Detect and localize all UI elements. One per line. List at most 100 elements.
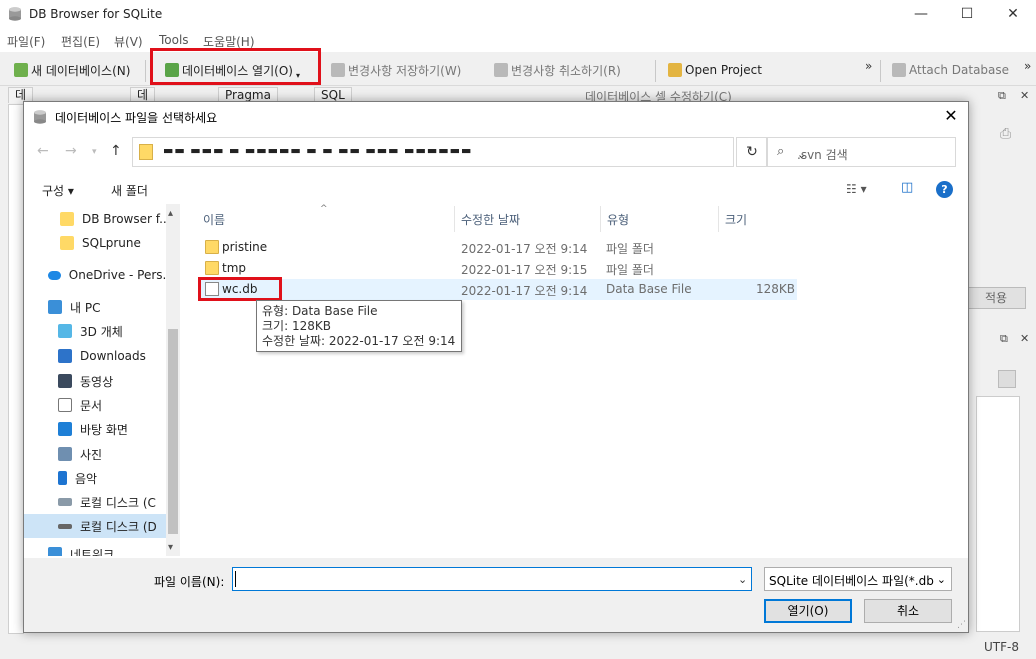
- file-row-wcdb[interactable]: wc.db 2022-01-17 오전 9:14 Data Base File …: [199, 279, 797, 300]
- file-size: 128KB: [756, 282, 796, 296]
- nav-item-local-disk-c[interactable]: 로컬 디스크 (C: [24, 490, 174, 514]
- chevron-down-icon[interactable]: ⌄: [738, 573, 747, 586]
- dock-content: [976, 396, 1020, 632]
- nav-item-label: 바탕 화면: [80, 422, 128, 437]
- view-options-icon[interactable]: ☷ ▾: [846, 182, 867, 196]
- file-type: Data Base File: [606, 282, 692, 296]
- scroll-up-icon[interactable]: ▴: [168, 208, 173, 219]
- new-folder-button[interactable]: 새 폴더: [111, 182, 148, 199]
- nav-item-3d-objects[interactable]: 3D 개체: [24, 319, 174, 343]
- tooltip-type: 유형: Data Base File: [262, 304, 378, 318]
- forward-arrow-icon[interactable]: →: [65, 143, 77, 159]
- cube-icon: [58, 324, 72, 338]
- nav-item-documents[interactable]: 문서: [24, 393, 174, 417]
- nav-item-pictures[interactable]: 사진: [24, 442, 174, 466]
- toolbar-separator: [880, 60, 881, 82]
- menu-tools[interactable]: Tools: [159, 33, 189, 47]
- music-icon: [58, 471, 67, 485]
- organize-button[interactable]: 구성 ▾: [42, 182, 74, 199]
- nav-item-onedrive[interactable]: OneDrive - Pers...: [24, 263, 174, 287]
- nav-item-local-disk-d[interactable]: 로컬 디스크 (D: [24, 514, 174, 538]
- file-type-filter[interactable]: SQLite 데이터베이스 파일(*.db ⌄: [764, 567, 952, 591]
- column-header-type[interactable]: 유형: [603, 206, 719, 232]
- back-arrow-icon[interactable]: ←: [37, 143, 49, 159]
- cancel-button[interactable]: 취소: [864, 599, 952, 623]
- export-icon[interactable]: [998, 370, 1016, 388]
- write-changes-label: 변경사항 저장하기(W): [348, 63, 462, 78]
- drive-icon: [58, 498, 72, 506]
- nav-item-label: SQLprune: [82, 236, 141, 250]
- file-name: pristine: [222, 240, 268, 254]
- nav-item-videos[interactable]: 동영상: [24, 369, 174, 393]
- open-button[interactable]: 열기(O): [764, 599, 852, 623]
- resize-grip-icon[interactable]: ⋰: [957, 620, 966, 630]
- search-input[interactable]: ⌕ .svn 검색: [766, 137, 956, 167]
- network-icon: [48, 547, 62, 556]
- dialog-close-button[interactable]: ✕: [938, 105, 964, 129]
- nav-item-sqlprune[interactable]: SQLprune: [24, 231, 174, 255]
- apply-button[interactable]: 적용: [966, 287, 1026, 309]
- picture-icon: [58, 447, 72, 461]
- filename-input[interactable]: ⌄: [232, 567, 752, 591]
- refresh-button[interactable]: ↻: [736, 137, 768, 167]
- preview-pane-icon[interactable]: ◫: [901, 180, 913, 195]
- recent-locations-chevron-icon[interactable]: ▾: [92, 147, 97, 157]
- open-database-label: 데이터베이스 열기(O): [182, 63, 293, 78]
- up-arrow-icon[interactable]: ↑: [110, 143, 122, 159]
- toolbar-overflow-chevron[interactable]: »: [865, 59, 872, 73]
- cloud-icon: [48, 270, 61, 280]
- file-type: 파일 폴더: [606, 263, 654, 277]
- float-dock-icon-2[interactable]: ⧉: [1000, 332, 1008, 346]
- nav-item-this-pc[interactable]: 내 PC: [24, 295, 174, 319]
- address-path: ▬▬ ▬▬▬ ▬ ▬▬▬▬▬ ▬ ▬ ▬▬ ▬▬▬ ▬▬▬▬▬▬: [163, 144, 473, 157]
- search-placeholder: .svn 검색: [797, 148, 848, 162]
- float-dock-icon[interactable]: ⧉: [998, 89, 1006, 103]
- attach-database-button[interactable]: Attach Database: [892, 59, 1009, 81]
- open-project-label: Open Project: [685, 63, 762, 77]
- menu-file[interactable]: 파일(F): [7, 33, 45, 50]
- dialog-footer: 파일 이름(N): ⌄ SQLite 데이터베이스 파일(*.db ⌄ 열기(O…: [24, 558, 968, 632]
- column-header-modified[interactable]: 수정한 날짜: [457, 206, 601, 232]
- close-button[interactable]: ✕: [990, 0, 1036, 30]
- menu-edit[interactable]: 편집(E): [61, 33, 100, 50]
- file-tooltip: 유형: Data Base File 크기: 128KB 수정한 날짜: 202…: [256, 300, 462, 352]
- help-icon[interactable]: ?: [936, 181, 953, 198]
- toolbar-overflow-chevron-2[interactable]: »: [1024, 59, 1031, 73]
- nav-item-music[interactable]: 음악: [24, 466, 174, 490]
- close-dock-icon[interactable]: ✕: [1020, 89, 1029, 102]
- open-project-button[interactable]: Open Project: [668, 59, 762, 81]
- chevron-down-icon: ⌄: [936, 573, 946, 586]
- nav-item-label: 동영상: [80, 374, 114, 389]
- open-database-icon: [165, 63, 179, 77]
- revert-changes-button[interactable]: 변경사항 취소하기(R): [494, 59, 621, 81]
- file-row-pristine[interactable]: pristine 2022-01-17 오전 9:14 파일 폴더: [199, 237, 797, 258]
- db-structure-pane: [8, 104, 24, 634]
- scroll-down-icon[interactable]: ▾: [168, 542, 173, 553]
- file-row-tmp[interactable]: tmp 2022-01-17 오전 9:15 파일 폴더: [199, 258, 797, 279]
- write-changes-button[interactable]: 변경사항 저장하기(W): [331, 59, 461, 81]
- nav-item-dbbrowser[interactable]: DB Browser f...: [24, 207, 174, 231]
- menu-view[interactable]: 뷰(V): [114, 33, 143, 50]
- highlight-box-wcdb: [198, 277, 282, 301]
- filter-value: SQLite 데이터베이스 파일(*.db: [769, 574, 934, 588]
- nav-item-label: 3D 개체: [80, 324, 123, 339]
- computer-icon: [48, 300, 62, 314]
- maximize-button[interactable]: ☐: [944, 0, 990, 30]
- dialog-title: 데이터베이스 파일을 선택하세요: [55, 111, 218, 125]
- command-bar: 구성 ▾ 새 폴더 ☷ ▾ ◫ ?: [24, 174, 968, 204]
- scrollbar-thumb[interactable]: [168, 329, 178, 534]
- nav-item-desktop[interactable]: 바탕 화면: [24, 417, 174, 441]
- address-bar[interactable]: ▬▬ ▬▬▬ ▬ ▬▬▬▬▬ ▬ ▬ ▬▬ ▬▬▬ ▬▬▬▬▬▬ ⌄: [132, 137, 806, 167]
- column-header-size[interactable]: 크기: [721, 206, 797, 232]
- minimize-button[interactable]: —: [898, 0, 944, 30]
- nav-item-label: 로컬 디스크 (D: [80, 519, 157, 534]
- database-icon: [32, 109, 48, 128]
- desktop-icon: [58, 422, 72, 436]
- close-dock-icon-2[interactable]: ✕: [1020, 332, 1029, 345]
- open-database-button[interactable]: 데이터베이스 열기(O) ▾: [165, 59, 300, 81]
- nav-item-network[interactable]: 네트워크: [24, 542, 174, 556]
- print-icon[interactable]: ⎙: [1000, 126, 1011, 142]
- nav-item-downloads[interactable]: Downloads: [24, 344, 174, 368]
- nav-scrollbar[interactable]: ▴ ▾: [166, 204, 180, 556]
- new-database-button[interactable]: 새 데이터베이스(N): [14, 59, 130, 81]
